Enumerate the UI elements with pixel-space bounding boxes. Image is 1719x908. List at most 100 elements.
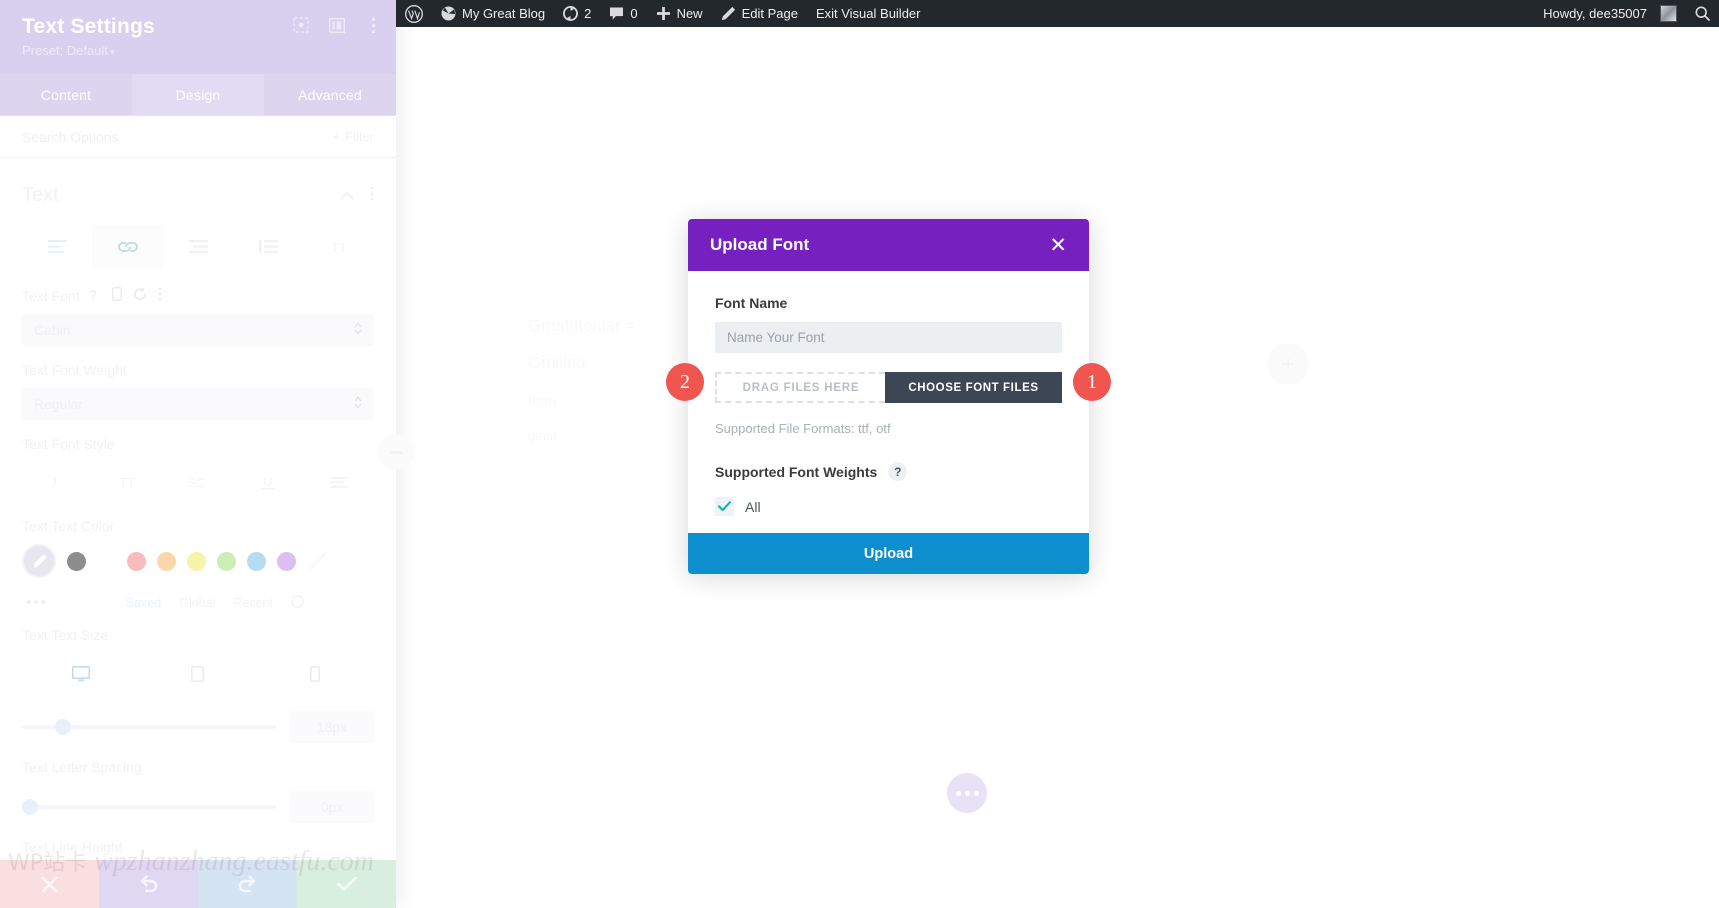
tab-saved-colors[interactable]: Saved	[126, 596, 161, 610]
text-size-value[interactable]: 18px	[290, 711, 374, 743]
more-colors-icon[interactable]: •••	[26, 594, 48, 611]
plus-icon	[656, 6, 671, 21]
swatch-yellow[interactable]	[187, 551, 206, 571]
ellipsis-icon	[964, 790, 970, 796]
svg-text:?: ?	[90, 288, 97, 301]
supported-weights-header: Supported Font Weights ?	[715, 462, 1062, 481]
swatch-red[interactable]	[127, 551, 146, 571]
panel-body: Text TT Text Font ? Cabin Text Font Weig…	[0, 158, 396, 855]
close-icon[interactable]: ✕	[1049, 235, 1067, 256]
site-name-item[interactable]: My Great Blog	[432, 0, 554, 27]
exit-visual-builder-item[interactable]: Exit Visual Builder	[807, 0, 930, 27]
swatch-transparent[interactable]	[307, 551, 327, 571]
letter-spacing-slider[interactable]	[22, 799, 276, 815]
weight-item-all[interactable]: All	[715, 497, 1062, 516]
swatch-white[interactable]	[97, 551, 116, 571]
howdy-item[interactable]: Howdy, dee35007	[1534, 0, 1686, 27]
comments-icon	[609, 6, 624, 21]
tab-recent-colors[interactable]: Recent	[233, 596, 273, 610]
filter-button[interactable]: + Filter	[333, 129, 374, 144]
mobile-icon[interactable]	[257, 653, 374, 695]
tab-content[interactable]: Content	[0, 74, 132, 115]
ellipsis-icon	[973, 790, 979, 796]
tab-global-colors[interactable]: Global	[179, 596, 215, 610]
edit-page-item[interactable]: Edit Page	[712, 0, 807, 27]
field-label-text: Text Font Weight	[22, 362, 127, 378]
swatch-purple[interactable]	[277, 551, 296, 571]
add-module-button[interactable]: +	[1267, 343, 1309, 385]
preset-selector[interactable]: Preset: Default ▾	[22, 43, 374, 60]
italic-icon[interactable]: I	[22, 462, 92, 502]
search-icon[interactable]	[1686, 0, 1719, 27]
strikethrough-icon[interactable]	[304, 462, 374, 502]
swatch-orange[interactable]	[157, 551, 176, 571]
info-icon[interactable]	[291, 594, 304, 611]
responsive-icon[interactable]	[111, 287, 122, 304]
ellipsis-icon	[955, 790, 961, 796]
heading-icon[interactable]: TT	[304, 225, 374, 269]
kebab-menu-icon[interactable]	[364, 16, 382, 34]
comments-item[interactable]: 0	[600, 0, 646, 27]
field-label-text: Text Line Height	[22, 839, 123, 855]
undo-button[interactable]	[99, 860, 198, 908]
plus-icon: +	[332, 129, 341, 144]
swatch-green[interactable]	[217, 551, 236, 571]
help-icon[interactable]: ?	[90, 288, 101, 304]
panel-header-icons	[292, 16, 382, 34]
smallcaps-icon[interactable]: SC	[163, 462, 233, 502]
panel-collapse-handle[interactable]	[378, 434, 414, 470]
kebab-menu-icon[interactable]	[158, 287, 162, 304]
close-button[interactable]	[0, 860, 99, 908]
tablet-icon[interactable]	[139, 653, 256, 695]
text-font-weight-label: Text Font Weight	[22, 362, 374, 378]
reset-icon[interactable]	[133, 287, 147, 304]
updates-icon	[563, 6, 579, 21]
upload-button[interactable]: Upload	[688, 533, 1089, 574]
text-font-weight-select[interactable]: Regular	[22, 388, 374, 420]
panel-footer	[0, 860, 396, 908]
new-content-label: New	[676, 6, 703, 21]
builder-fab-button[interactable]	[947, 773, 987, 813]
color-picker-button[interactable]	[22, 544, 56, 578]
swatch-blue[interactable]	[247, 551, 266, 571]
search-row: Search Options + Filter	[0, 116, 396, 158]
save-button[interactable]	[297, 860, 396, 908]
ghost-line-3: term	[528, 392, 556, 408]
wordpress-logo-icon[interactable]	[396, 0, 432, 27]
ghost-page-content: Gmahltonlar = Gmilinu term gmm	[528, 317, 635, 442]
checkbox-all[interactable]	[715, 497, 734, 516]
choose-font-files-button[interactable]: CHOOSE FONT FILES	[885, 372, 1062, 403]
redo-button[interactable]	[198, 860, 297, 908]
swatch-gray[interactable]	[67, 551, 86, 571]
layout-columns-icon[interactable]	[328, 16, 346, 34]
align-text-icon[interactable]	[22, 225, 92, 269]
new-content-item[interactable]: New	[647, 0, 712, 27]
drag-files-dropzone[interactable]: DRAG FILES HERE	[715, 372, 885, 403]
slider-handle[interactable]	[22, 799, 38, 815]
list-icon[interactable]	[163, 225, 233, 269]
underline-icon[interactable]: U	[233, 462, 303, 502]
tab-advanced[interactable]: Advanced	[264, 74, 396, 115]
desktop-icon[interactable]	[22, 653, 139, 695]
quote-icon[interactable]	[233, 225, 303, 269]
link-icon[interactable]	[92, 225, 163, 269]
chevron-up-icon[interactable]	[340, 187, 354, 205]
text-size-slider[interactable]	[22, 719, 276, 735]
uppercase-icon[interactable]: TT	[92, 462, 162, 502]
letter-spacing-value[interactable]: 0px	[290, 791, 374, 823]
font-name-input[interactable]	[715, 322, 1062, 353]
field-label-text: Text Font Style	[22, 436, 115, 452]
text-font-value: Cabin	[34, 322, 71, 338]
slider-handle[interactable]	[55, 719, 72, 735]
kebab-menu-icon[interactable]	[370, 186, 374, 206]
tab-design[interactable]: Design	[132, 74, 264, 115]
dashboard-icon	[441, 6, 456, 21]
weights-list: All	[715, 497, 1062, 516]
svg-text:SC: SC	[188, 476, 205, 490]
search-input[interactable]: Search Options	[22, 129, 119, 145]
help-icon[interactable]: ?	[888, 462, 908, 481]
updates-item[interactable]: 2	[554, 0, 600, 27]
text-font-select[interactable]: Cabin	[22, 314, 374, 346]
target-icon[interactable]	[292, 16, 310, 34]
field-label-text-font: Text Font	[22, 287, 80, 304]
